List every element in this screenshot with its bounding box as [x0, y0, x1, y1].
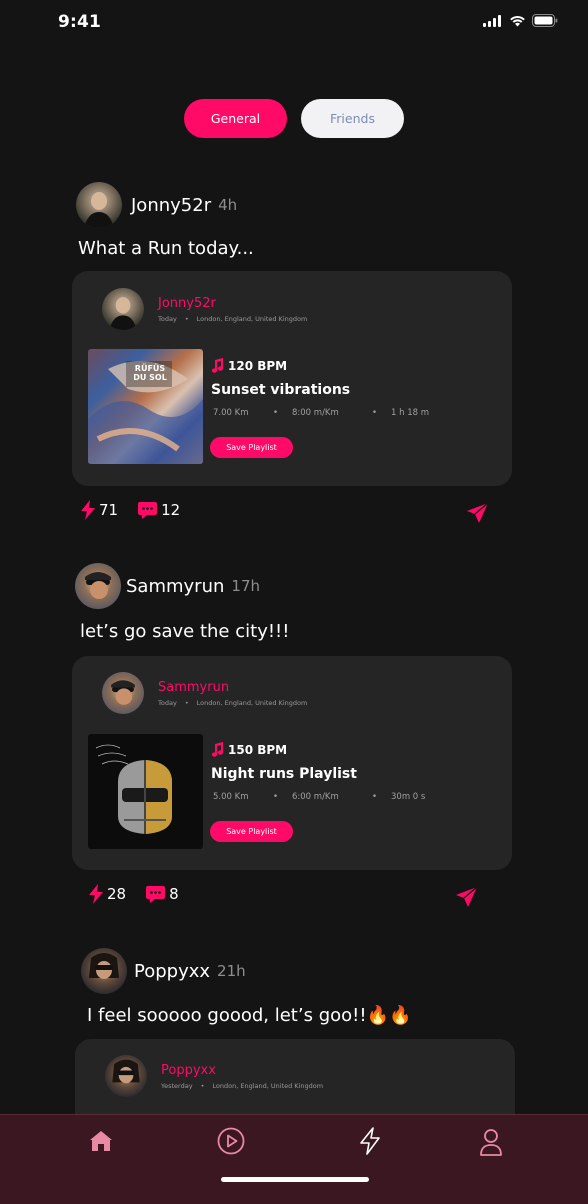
stat-pace: 6:00 m/Km — [292, 792, 339, 802]
post-username[interactable]: Poppyxx — [134, 961, 210, 982]
card-header: Jonny52r Today • London, England, United… — [102, 288, 307, 330]
meta-separator: • — [273, 792, 279, 802]
stat-duration: 1 h 18 m — [391, 408, 429, 418]
run-card[interactable]: Sammyrun Today • London, England, United… — [72, 656, 512, 870]
stat-pace: 8:00 m/Km — [292, 408, 339, 418]
feed-tabs: General Friends — [0, 99, 588, 138]
card-location: London, England, United Kingdom — [212, 1081, 324, 1090]
post-header: Jonny52r 4h — [76, 182, 237, 228]
comment-icon — [138, 501, 158, 519]
post-header: Sammyrun 17h — [75, 563, 260, 609]
post-actions: 28 8 — [89, 884, 195, 904]
stat-distance: 7.00 Km — [213, 408, 249, 418]
like-count: 71 — [99, 501, 119, 519]
nav-profile[interactable] — [476, 1127, 506, 1157]
card-day: Today — [158, 698, 177, 707]
avatar[interactable] — [102, 288, 144, 330]
nav-activity[interactable] — [355, 1126, 385, 1156]
home-indicator — [221, 1177, 369, 1182]
meta-separator: • — [184, 314, 189, 323]
run-stats: 7.00 Km • 8:00 m/Km • 1 h 18 m — [213, 408, 429, 418]
bpm-value: 120 BPM — [228, 358, 288, 373]
home-icon — [90, 1131, 112, 1151]
send-icon[interactable] — [456, 887, 477, 907]
nav-play[interactable] — [216, 1126, 246, 1156]
card-day: Yesterday — [161, 1081, 193, 1090]
bolt-icon — [81, 500, 95, 520]
meta-separator: • — [184, 698, 189, 707]
card-header: Sammyrun Today • London, England, United… — [102, 672, 307, 714]
bolt-icon — [89, 884, 103, 904]
meta-separator: • — [200, 1081, 205, 1090]
avatar[interactable] — [76, 182, 122, 228]
post-username[interactable]: Sammyrun — [126, 576, 224, 597]
post-time: 17h — [231, 577, 260, 595]
card-day: Today — [158, 314, 177, 323]
bpm-row: 150 BPM — [211, 742, 287, 757]
comment-icon — [146, 885, 166, 903]
avatar[interactable] — [81, 948, 127, 994]
card-location: London, England, United Kingdom — [196, 314, 308, 323]
album-cover[interactable]: RÜFÜS DU SOL — [88, 349, 203, 464]
card-username[interactable]: Jonny52r — [158, 296, 307, 311]
meta-separator: • — [372, 408, 378, 418]
post-caption: I feel sooooo goood, let’s goo!!🔥🔥 — [87, 1005, 412, 1026]
play-icon — [217, 1127, 245, 1155]
track-title: Sunset vibrations — [211, 382, 351, 398]
post-time: 4h — [218, 196, 238, 214]
comment-count: 12 — [161, 501, 181, 519]
save-playlist-button[interactable]: Save Playlist — [210, 437, 293, 458]
battery-icon — [532, 14, 558, 27]
status-icons — [483, 14, 558, 27]
tab-general[interactable]: General — [184, 99, 287, 138]
stat-distance: 5.00 Km — [213, 792, 249, 802]
profile-icon — [480, 1129, 502, 1156]
status-time: 9:41 — [58, 12, 102, 32]
card-meta: Today • London, England, United Kingdom — [158, 699, 307, 707]
post-header: Poppyxx 21h — [81, 948, 246, 994]
post-actions: 71 12 — [81, 500, 196, 520]
signal-icon — [483, 14, 501, 27]
music-note-icon — [211, 358, 224, 373]
card-location: London, England, United Kingdom — [196, 698, 308, 707]
avatar[interactable] — [75, 563, 121, 609]
run-stats: 5.00 Km • 6:00 m/Km • 30m 0 s — [213, 792, 425, 802]
like-count: 28 — [107, 885, 127, 903]
nav-home[interactable] — [86, 1126, 116, 1156]
avatar[interactable] — [105, 1055, 147, 1097]
tab-friends[interactable]: Friends — [301, 99, 404, 138]
meta-separator: • — [372, 792, 378, 802]
run-card[interactable]: Jonny52r Today • London, England, United… — [72, 271, 512, 486]
activity-icon — [360, 1127, 380, 1155]
comment-button[interactable]: 12 — [138, 501, 180, 520]
send-icon[interactable] — [467, 503, 488, 523]
post-time: 21h — [217, 962, 246, 980]
comment-button[interactable]: 8 — [146, 885, 179, 904]
album-text: RÜFÜS DU SOL — [133, 364, 167, 382]
post-caption: What a Run today... — [78, 238, 254, 259]
stat-duration: 30m 0 s — [391, 792, 426, 802]
meta-separator: • — [273, 408, 279, 418]
album-cover[interactable] — [88, 734, 203, 849]
track-title: Night runs Playlist — [211, 766, 357, 782]
card-meta: Today • London, England, United Kingdom — [158, 315, 307, 323]
avatar[interactable] — [102, 672, 144, 714]
post-caption: let’s go save the city!!! — [80, 621, 290, 642]
post-username[interactable]: Jonny52r — [131, 195, 211, 216]
card-username[interactable]: Sammyrun — [158, 680, 307, 695]
music-note-icon — [211, 742, 224, 757]
wifi-icon — [510, 15, 525, 26]
like-button[interactable]: 71 — [81, 500, 118, 520]
card-meta: Yesterday • London, England, United King… — [161, 1082, 323, 1090]
card-header: Poppyxx Yesterday • London, England, Uni… — [105, 1055, 323, 1097]
save-playlist-button[interactable]: Save Playlist — [210, 821, 293, 842]
card-username[interactable]: Poppyxx — [161, 1063, 323, 1078]
bottom-nav — [0, 1114, 588, 1204]
status-bar: 9:41 — [0, 0, 588, 46]
like-button[interactable]: 28 — [89, 884, 126, 904]
bpm-value: 150 BPM — [228, 742, 288, 757]
bpm-row: 120 BPM — [211, 358, 287, 373]
comment-count: 8 — [169, 885, 179, 903]
